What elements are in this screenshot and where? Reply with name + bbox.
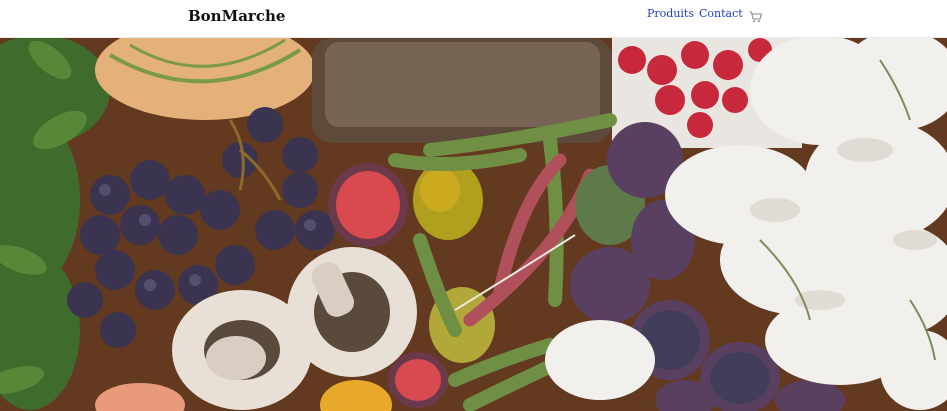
shopping-cart-icon[interactable]: [749, 8, 763, 23]
nav-link-produits[interactable]: Produits: [647, 7, 694, 20]
top-navbar: BonMarche Produits Contact: [0, 0, 947, 38]
hero-banner: [0, 38, 947, 411]
nav-link-contact[interactable]: Contact: [699, 7, 743, 20]
hero-produce-image: [0, 38, 947, 411]
brand-logo[interactable]: BonMarche: [188, 7, 285, 25]
